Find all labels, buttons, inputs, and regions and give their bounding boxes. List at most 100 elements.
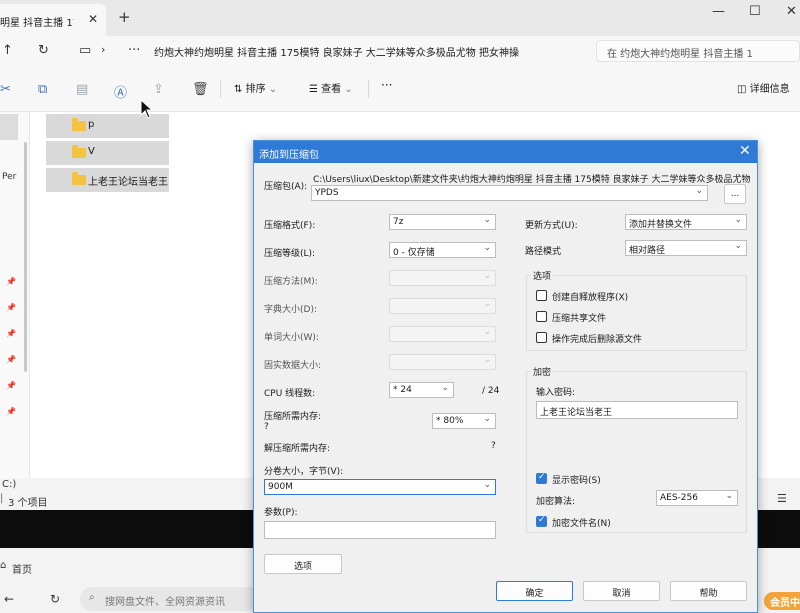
vip-button[interactable]: 会员中 <box>764 592 800 610</box>
enc-method-select[interactable]: AES-256 ⌄ <box>656 490 738 506</box>
help-button[interactable]: 帮助 <box>670 581 747 601</box>
mem-select[interactable]: * 80% ⌄ <box>432 413 496 429</box>
format-select[interactable]: 7z ⌄ <box>389 214 496 230</box>
rename-icon[interactable]: Ⓐ <box>114 82 127 101</box>
sfx-checkbox[interactable] <box>536 290 547 301</box>
list-view-icon[interactable]: ☰ <box>777 492 787 505</box>
copy-icon[interactable]: ⧉ <box>38 82 47 97</box>
nav-scrollbar[interactable] <box>24 142 27 372</box>
cpu-label: CPU 线程数: <box>264 389 316 399</box>
dialog-titlebar[interactable]: 添加到压缩包 ✕ <box>254 141 757 163</box>
home-tab[interactable]: ⌂ 首页 <box>0 554 90 580</box>
refresh-icon[interactable]: ↻ <box>50 592 60 606</box>
paste-icon[interactable]: ▤ <box>76 82 88 97</box>
chevron-down-icon: ⌄ <box>483 215 491 225</box>
list-item[interactable]: 上老王论坛当老王 <box>46 168 169 192</box>
sort-icon: ⇅ <box>234 84 243 95</box>
volume-select[interactable]: 900M ⌄ <box>264 479 496 495</box>
level-label: 压缩等级(L): <box>264 249 316 259</box>
more-crumbs-button[interactable]: ··· <box>128 43 140 58</box>
view-label: 查看 <box>321 84 342 95</box>
tab-strip: 明星 抖音主播 175 ✕ + — ☐ ✕ <box>0 0 800 36</box>
divider-mark: | <box>0 493 4 504</box>
chevron-down-icon: ⌄ <box>483 327 491 337</box>
browse-button[interactable]: ... <box>724 184 746 204</box>
sfx-label: 创建自释放程序(X) <box>552 293 629 303</box>
nav-item-per[interactable]: Per <box>2 172 16 182</box>
chevron-down-icon: ⌄ <box>441 383 449 393</box>
options-group-title: 选项 <box>531 269 554 282</box>
close-window-button[interactable]: ✕ <box>786 4 797 19</box>
command-bar: ✂ ⧉ ▤ Ⓐ ⇪ 🗑 ⇅ 排序 ⌄ ☰ 查看 ⌄ ··· ◫ 详细信息 <box>0 66 800 112</box>
home-icon: ⌂ <box>0 560 7 571</box>
cpu-value: * 24 <box>393 385 412 395</box>
cut-icon[interactable]: ✂ <box>0 82 11 97</box>
chevron-down-icon: ⌄ <box>734 241 742 251</box>
browser-search-placeholder: 搜网盘文件、全网资源资讯 <box>105 597 225 608</box>
shared-label: 压缩共享文件 <box>552 314 607 324</box>
update-label: 更新方式(U): <box>525 221 578 231</box>
chevron-down-icon: ⌄ <box>695 186 703 196</box>
delete-source-checkbox[interactable] <box>536 332 547 343</box>
chevron-down-icon: ⌄ <box>483 243 491 253</box>
nav-selected-item[interactable] <box>0 114 18 140</box>
browser-search-input[interactable]: ⌕ 搜网盘文件、全网资源资讯 <box>80 587 260 611</box>
chevron-down-icon: ⌄ <box>344 84 353 95</box>
path-label: 路径模式 <box>525 247 562 257</box>
sort-button[interactable]: ⇅ 排序 ⌄ <box>234 80 277 98</box>
format-value: 7z <box>393 217 404 227</box>
pin-icon: 📌 <box>6 381 16 390</box>
more-options-button[interactable]: ··· <box>381 78 392 96</box>
minimize-button[interactable]: — <box>712 4 725 19</box>
chevron-down-icon: ⌄ <box>483 271 491 281</box>
new-tab-button[interactable]: + <box>118 8 131 26</box>
monitor-icon[interactable]: ▭ <box>79 43 91 58</box>
pin-icon: 📌 <box>6 355 16 364</box>
method-select: ⌄ <box>389 270 496 286</box>
word-select: ⌄ <box>389 326 496 342</box>
options-button[interactable]: 选项 <box>264 554 342 574</box>
pin-icon: 📌 <box>6 407 16 416</box>
encrypt-names-checkbox[interactable] <box>536 515 547 527</box>
archive-name-combo[interactable]: YPDS ⌄ <box>311 185 708 201</box>
cancel-button[interactable]: 取消 <box>583 581 660 601</box>
breadcrumb[interactable]: 约炮大神约炮明星 抖音主播 175模特 良家妹子 大二学妹等众多极品尤物 把女神… <box>154 44 594 59</box>
params-input[interactable] <box>264 521 496 539</box>
delete-icon[interactable]: 🗑 <box>192 82 209 97</box>
list-item[interactable]: V <box>46 141 169 165</box>
view-button[interactable]: ☰ 查看 ⌄ <box>309 80 353 98</box>
update-select[interactable]: 添加并替换文件 ⌄ <box>625 214 747 230</box>
show-password-label: 显示密码(S) <box>552 476 601 486</box>
path-value: 相对路径 <box>629 246 666 256</box>
tab-close-icon[interactable]: ✕ <box>88 12 98 26</box>
search-input[interactable]: 在 约炮大神约炮明星 抖音主播 1 <box>596 40 800 62</box>
mem-question: ? <box>264 422 269 432</box>
details-button[interactable]: ◫ 详细信息 <box>737 80 790 98</box>
password-input[interactable]: 上老王论坛当老王 <box>536 401 738 419</box>
decomp-value: ? <box>491 441 496 451</box>
share-icon[interactable]: ⇪ <box>153 82 164 97</box>
explorer-tab[interactable]: 明星 抖音主播 175 ✕ <box>0 4 106 36</box>
encrypt-names-label: 加密文件名(N) <box>552 519 611 529</box>
update-value: 添加并替换文件 <box>629 220 693 230</box>
chevron-down-icon: ⌄ <box>734 215 742 225</box>
up-arrow-icon[interactable]: ↑ <box>2 43 13 58</box>
encryption-group-title: 加密 <box>531 365 554 378</box>
chevron-right-icon[interactable]: › <box>101 43 105 56</box>
shared-checkbox[interactable] <box>536 311 547 322</box>
maximize-button[interactable]: ☐ <box>749 4 761 19</box>
decomp-label: 解压缩所需内存: <box>264 444 331 454</box>
item-count: 3 个项目 <box>8 498 48 509</box>
ok-button[interactable]: 确定 <box>496 581 573 601</box>
back-icon[interactable]: ← <box>4 592 14 606</box>
dialog-close-button[interactable]: ✕ <box>739 143 751 159</box>
volume-label: 分卷大小，字节(V): <box>264 467 344 477</box>
cpu-select[interactable]: * 24 ⌄ <box>389 382 454 398</box>
refresh-icon[interactable]: ↻ <box>38 43 49 58</box>
level-select[interactable]: 0 - 仅存储 ⌄ <box>389 242 496 258</box>
solid-label: 固实数据大小: <box>264 361 322 371</box>
search-placeholder: 在 约炮大神约炮明星 抖音主播 1 <box>607 49 753 60</box>
file-name: V <box>88 146 95 157</box>
show-password-checkbox[interactable] <box>536 472 547 484</box>
path-select[interactable]: 相对路径 ⌄ <box>625 240 747 256</box>
